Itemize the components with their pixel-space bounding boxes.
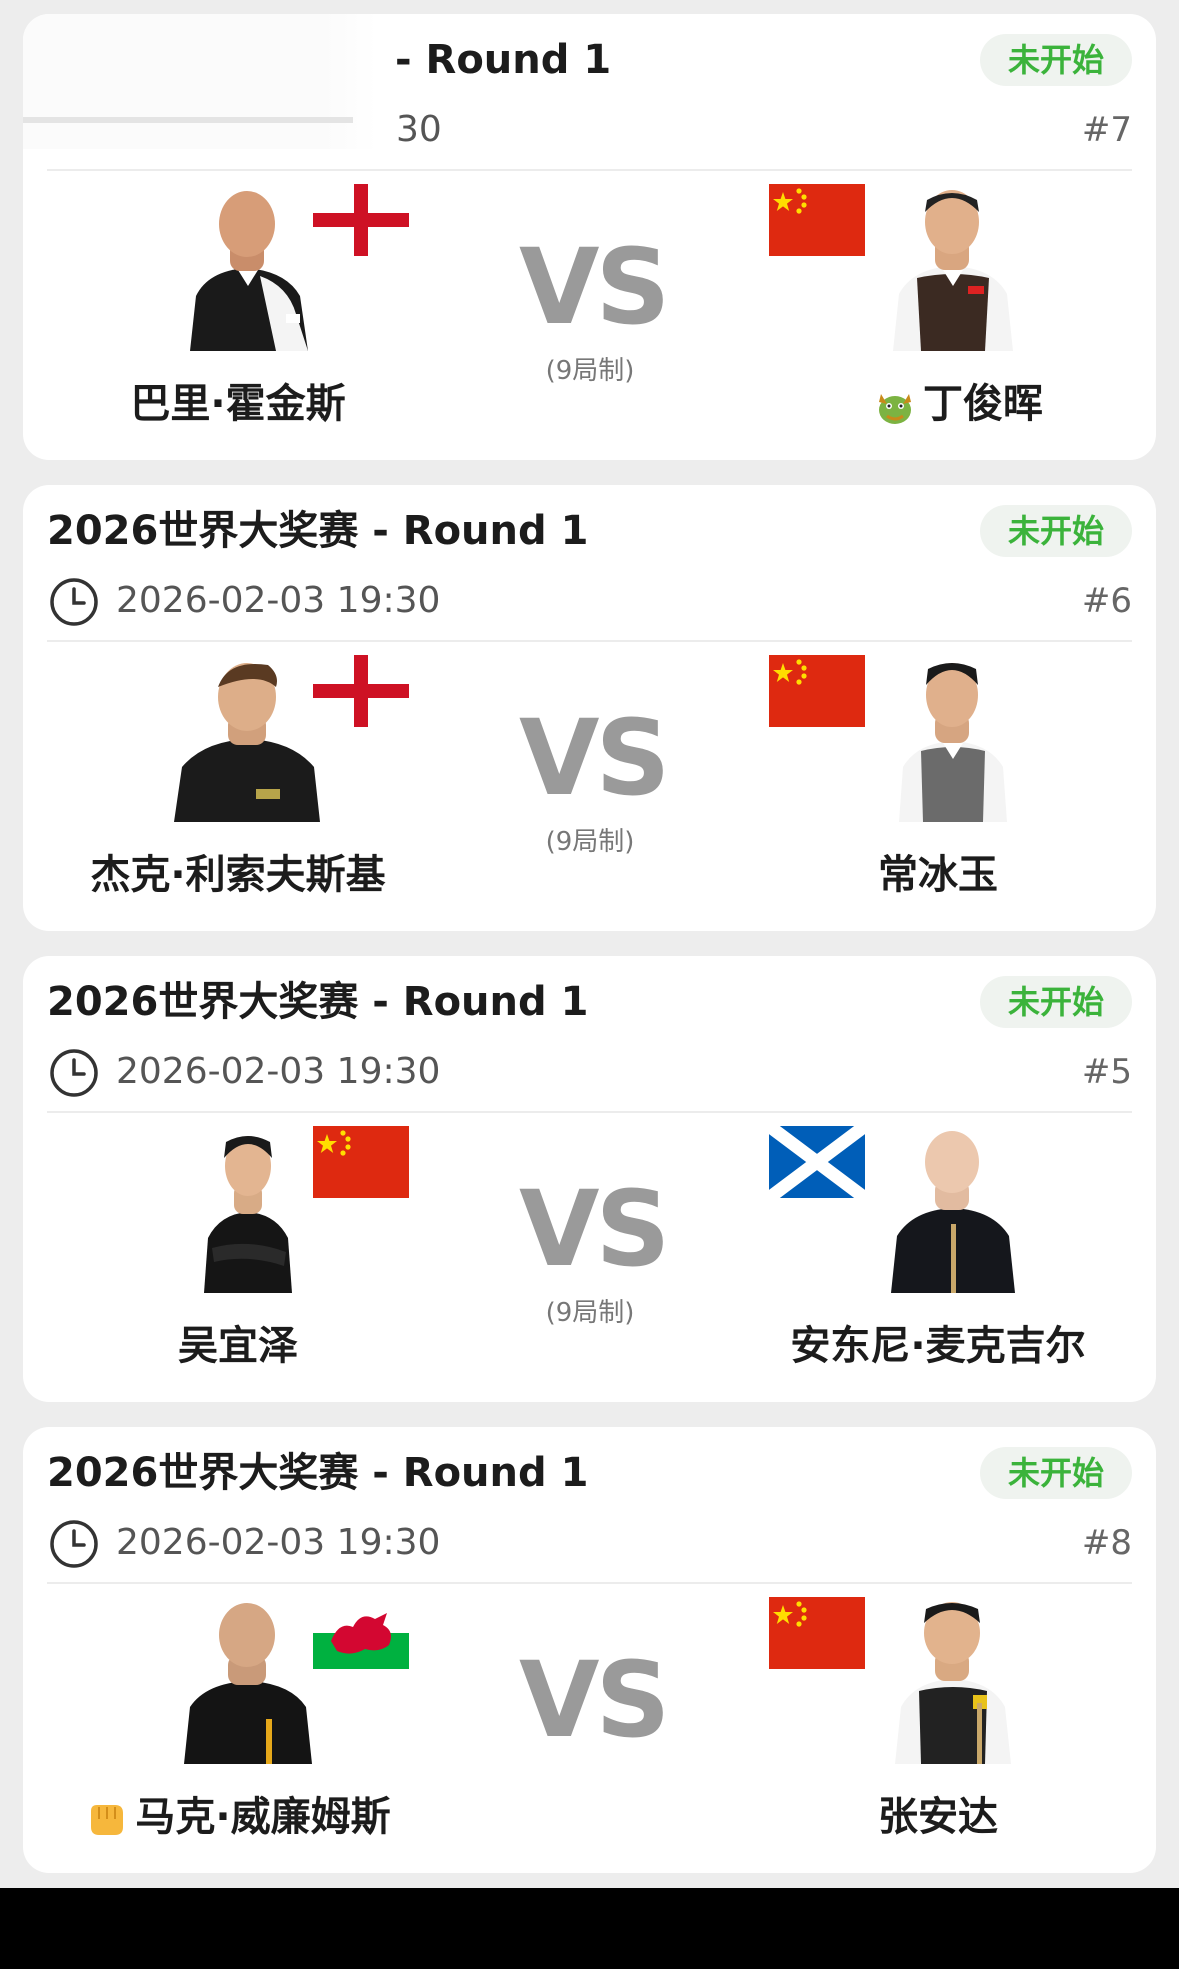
match-card[interactable]: 2026世界大奖赛 - Round 1 未开始 2026-02-03 19:30… bbox=[23, 1427, 1156, 1873]
status-badge: 未开始 bbox=[980, 1447, 1132, 1499]
match-time: 2026-02-03 19:30 bbox=[116, 580, 441, 621]
england-flag bbox=[313, 655, 409, 727]
match-card[interactable]: - Round 1 未开始 30 #7 VS (9局制) 巴里·霍金斯 丁俊晖 bbox=[23, 14, 1156, 460]
player-name-label: 马克·威廉姆斯 bbox=[135, 1794, 391, 1840]
clock-icon bbox=[50, 578, 98, 626]
match-number: #8 bbox=[1081, 1523, 1132, 1563]
vs-label: VS bbox=[519, 697, 670, 819]
status-badge: 未开始 bbox=[980, 34, 1132, 86]
match-format: (9局制) bbox=[545, 356, 635, 386]
match-time: 2026-02-03 19:30 bbox=[116, 1051, 441, 1092]
fist-icon bbox=[91, 1805, 124, 1835]
dragon-icon bbox=[879, 394, 911, 424]
divider bbox=[47, 169, 1132, 171]
match-format: (9局制) bbox=[545, 827, 635, 857]
player-name-right: 丁俊晖 bbox=[743, 376, 1156, 432]
match-number: #6 bbox=[1081, 581, 1132, 621]
player-photo bbox=[204, 1136, 292, 1293]
clock-icon bbox=[50, 1520, 98, 1568]
status-badge: 未开始 bbox=[980, 505, 1132, 557]
vs-label: VS bbox=[519, 1168, 670, 1290]
china-flag bbox=[769, 184, 865, 256]
england-flag bbox=[313, 184, 409, 256]
match-card[interactable]: 2026世界大奖赛 - Round 1 未开始 2026-02-03 19:30… bbox=[23, 485, 1156, 931]
match-title: 2026世界大奖赛 - Round 1 bbox=[47, 1450, 589, 1496]
china-flag bbox=[769, 655, 865, 727]
divider bbox=[47, 1582, 1132, 1584]
player-photo bbox=[184, 1603, 312, 1764]
china-flag bbox=[313, 1126, 409, 1198]
player-name-left: 巴里·霍金斯 bbox=[130, 381, 346, 427]
scotland-flag bbox=[769, 1126, 865, 1198]
match-card[interactable]: 2026世界大奖赛 - Round 1 未开始 2026-02-03 19:30… bbox=[23, 956, 1156, 1402]
divider bbox=[47, 640, 1132, 642]
player-name-label: 丁俊晖 bbox=[923, 381, 1043, 427]
vs-label: VS bbox=[519, 1639, 670, 1761]
player-name-right: 张安达 bbox=[878, 1794, 998, 1840]
faded-header-overlay bbox=[23, 14, 378, 149]
wales-flag bbox=[313, 1597, 409, 1669]
match-time: 30 bbox=[396, 109, 442, 150]
match-number: #5 bbox=[1081, 1052, 1132, 1092]
china-flag bbox=[769, 1597, 865, 1669]
match-title: 2026世界大奖赛 - Round 1 bbox=[47, 979, 589, 1025]
match-time: 2026-02-03 19:30 bbox=[116, 1522, 441, 1563]
match-number: #7 bbox=[1081, 110, 1132, 150]
clock-icon bbox=[50, 1049, 98, 1097]
player-photo bbox=[893, 190, 1013, 351]
player-name-right: 安东尼·麦克吉尔 bbox=[790, 1323, 1086, 1369]
match-title: - Round 1 bbox=[395, 37, 612, 83]
player-name-right: 常冰玉 bbox=[878, 852, 998, 898]
match-title: 2026世界大奖赛 - Round 1 bbox=[47, 508, 589, 554]
player-photo bbox=[891, 1131, 1015, 1293]
player-photo bbox=[174, 663, 320, 822]
player-name-left: 吴宜泽 bbox=[178, 1323, 298, 1369]
player-photo bbox=[190, 191, 308, 351]
player-name-left: 杰克·利索夫斯基 bbox=[90, 852, 386, 898]
divider bbox=[47, 1111, 1132, 1113]
status-badge: 未开始 bbox=[980, 976, 1132, 1028]
vs-label: VS bbox=[519, 226, 670, 348]
player-name-left: 马克·威廉姆斯 bbox=[23, 1789, 453, 1845]
player-photo bbox=[899, 663, 1007, 822]
player-photo bbox=[895, 1602, 1011, 1764]
bottom-bar bbox=[0, 1888, 1179, 1969]
match-format: (9局制) bbox=[545, 1298, 635, 1328]
